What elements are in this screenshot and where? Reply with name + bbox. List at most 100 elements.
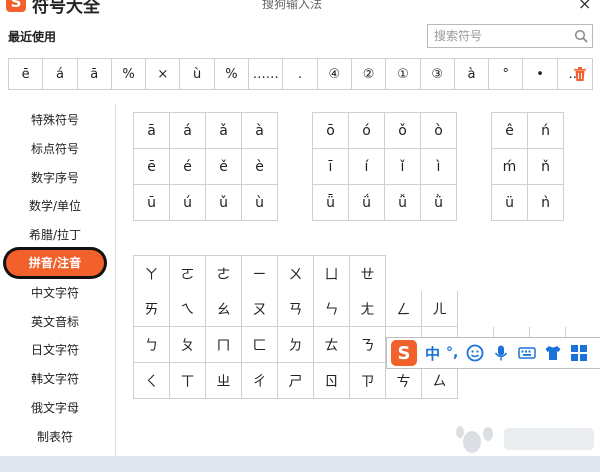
shirt-icon[interactable]	[544, 344, 562, 362]
symbol-cell[interactable]: ǖ	[313, 185, 349, 221]
recent-symbol[interactable]: ā	[78, 59, 112, 89]
symbol-cell[interactable]: ㄜ	[206, 256, 242, 292]
sidebar-item[interactable]: 数学/单位	[0, 192, 110, 220]
ime-punct-toggle[interactable]: °,	[446, 345, 458, 361]
symbol-cell[interactable]: ň	[528, 149, 564, 185]
symbol-cell[interactable]: à	[242, 113, 278, 149]
sidebar-item[interactable]: 希腊/拉丁	[0, 221, 110, 249]
recent-symbol[interactable]: ……	[249, 59, 284, 89]
symbol-cell[interactable]: ū	[134, 185, 170, 221]
recent-symbol[interactable]: °	[489, 59, 524, 89]
emoji-icon[interactable]	[466, 344, 484, 362]
grid-icon[interactable]	[570, 344, 588, 362]
symbol-cell[interactable]: ó	[349, 113, 385, 149]
symbol-cell[interactable]: ㄕ	[278, 363, 314, 399]
sidebar-item[interactable]: 俄文字母	[0, 394, 110, 422]
symbol-cell[interactable]: ê	[492, 113, 528, 149]
symbol-cell[interactable]: ㄟ	[170, 291, 206, 327]
symbol-cell[interactable]: ě	[206, 149, 242, 185]
sidebar-item[interactable]: 数字序号	[0, 164, 110, 192]
symbol-cell[interactable]: í	[349, 149, 385, 185]
search-box[interactable]	[427, 24, 593, 48]
keyboard-icon[interactable]	[518, 344, 537, 362]
recent-symbol[interactable]: •	[523, 59, 558, 89]
symbol-cell[interactable]: ㄠ	[206, 291, 242, 327]
symbol-cell[interactable]: ㄝ	[350, 256, 386, 292]
symbol-cell[interactable]: ḿ	[492, 149, 528, 185]
symbol-cell[interactable]: á	[170, 113, 206, 149]
symbol-cell[interactable]: ü	[492, 185, 528, 221]
sidebar-item[interactable]: 日文字符	[0, 336, 110, 364]
recent-symbol[interactable]: ③	[421, 59, 455, 89]
symbol-cell[interactable]: ǔ	[206, 185, 242, 221]
symbol-cell[interactable]: ㄖ	[314, 363, 350, 399]
recent-symbol[interactable]: %	[215, 59, 250, 89]
symbol-cell[interactable]: ㄢ	[278, 291, 314, 327]
symbol-cell[interactable]: ㄦ	[422, 291, 458, 327]
symbol-cell[interactable]: ㄡ	[242, 291, 278, 327]
sidebar-item[interactable]: 韩文字符	[0, 365, 110, 393]
symbol-cell[interactable]: ń	[528, 113, 564, 149]
symbol-cell[interactable]: ㄚ	[134, 256, 170, 292]
symbol-cell[interactable]: ǎ	[206, 113, 242, 149]
symbol-cell[interactable]: ú	[170, 185, 206, 221]
symbol-cell[interactable]: ǒ	[385, 113, 421, 149]
recent-symbol[interactable]: ②	[352, 59, 387, 89]
close-icon[interactable]: ×	[578, 0, 591, 13]
symbol-cell[interactable]: ù	[242, 185, 278, 221]
symbol-cell[interactable]: ī	[313, 149, 349, 185]
recent-symbol[interactable]: á	[43, 59, 78, 89]
symbol-cell[interactable]: ē	[134, 149, 170, 185]
symbol-cell[interactable]: ㄩ	[314, 256, 350, 292]
symbol-cell[interactable]: ǹ	[528, 185, 564, 221]
sogou-ime-logo-icon[interactable]: S	[391, 340, 417, 366]
symbol-cell[interactable]: ǐ	[385, 149, 421, 185]
ime-mode-toggle[interactable]: 中	[425, 343, 440, 364]
symbol-cell[interactable]: ā	[134, 113, 170, 149]
symbol-cell[interactable]: ㄤ	[350, 291, 386, 327]
sidebar-item[interactable]: 中文字符	[0, 279, 110, 307]
symbol-cell[interactable]: ǜ	[421, 185, 457, 221]
trash-icon[interactable]	[573, 66, 587, 82]
symbol-cell[interactable]: ㄥ	[386, 291, 422, 327]
symbol-cell[interactable]: ㄒ	[170, 363, 206, 399]
symbol-cell[interactable]: ㄛ	[170, 256, 206, 292]
symbol-cell[interactable]: ㄊ	[314, 327, 350, 363]
symbol-cell[interactable]: ㄔ	[242, 363, 278, 399]
sidebar-item[interactable]: 英文音标	[0, 308, 110, 336]
recent-symbol[interactable]: ×	[146, 59, 181, 89]
symbol-cell[interactable]: ò	[421, 113, 457, 149]
sidebar-item[interactable]: 标点符号	[0, 135, 110, 163]
symbol-cell[interactable]: ㄗ	[350, 363, 386, 399]
recent-symbol[interactable]: ④	[318, 59, 352, 89]
recent-symbol[interactable]: à	[455, 59, 490, 89]
symbol-cell[interactable]: ㄈ	[242, 327, 278, 363]
symbol-cell[interactable]: ㄣ	[314, 291, 350, 327]
symbol-cell[interactable]: ㄓ	[206, 363, 242, 399]
symbol-cell[interactable]: ㄑ	[134, 363, 170, 399]
symbol-cell[interactable]: ㄞ	[134, 291, 170, 327]
sidebar-item[interactable]: 拼音/注音	[6, 250, 104, 276]
symbol-cell[interactable]: è	[242, 149, 278, 185]
symbol-cell[interactable]: ō	[313, 113, 349, 149]
recent-symbol[interactable]: .	[283, 59, 318, 89]
symbol-cell[interactable]: ㄨ	[278, 256, 314, 292]
symbol-cell[interactable]: ǚ	[385, 185, 421, 221]
symbol-cell[interactable]: ㄋ	[350, 327, 386, 363]
symbol-cell[interactable]: ㄉ	[278, 327, 314, 363]
recent-symbol[interactable]: ù	[180, 59, 215, 89]
recent-symbol[interactable]: ①	[386, 59, 421, 89]
search-input[interactable]	[428, 25, 568, 47]
symbol-cell[interactable]: ㄧ	[242, 256, 278, 292]
recent-symbol[interactable]: %	[112, 59, 147, 89]
symbol-cell[interactable]: ì	[421, 149, 457, 185]
sidebar-item[interactable]: 特殊符号	[0, 106, 110, 134]
sidebar-item[interactable]: 制表符	[0, 423, 110, 451]
recent-symbol[interactable]: ē	[9, 59, 44, 89]
symbol-cell[interactable]: ㄅ	[134, 327, 170, 363]
symbol-cell[interactable]: ǘ	[349, 185, 385, 221]
symbol-cell[interactable]: é	[170, 149, 206, 185]
symbol-cell[interactable]: ㄇ	[206, 327, 242, 363]
symbol-cell[interactable]: ㄆ	[170, 327, 206, 363]
microphone-icon[interactable]	[492, 344, 510, 362]
